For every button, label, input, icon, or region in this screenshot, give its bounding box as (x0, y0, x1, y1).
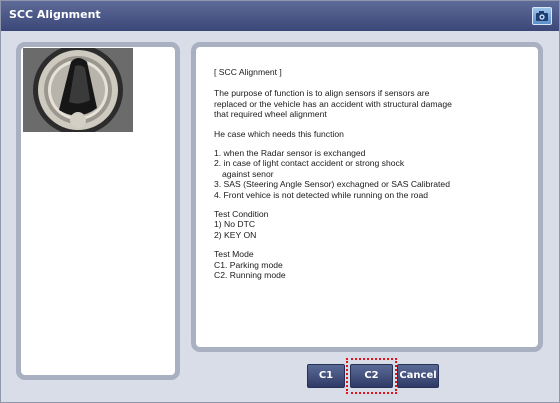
camera-icon[interactable] (532, 7, 552, 25)
window-title: SCC Alignment (9, 8, 101, 21)
purpose-line: replaced or the vehicle has an accident … (214, 98, 452, 109)
description-heading: [ SCC Alignment ] (214, 67, 282, 77)
description-text: [ SCC Alignment ] The purpose of functio… (214, 67, 532, 281)
test-condition-item: 2) KEY ON (214, 229, 257, 240)
ignition-key-photo (23, 48, 133, 132)
cancel-button[interactable]: Cancel (397, 364, 439, 388)
camera-icon-glyph (536, 11, 548, 21)
test-condition-label: Test Condition (214, 209, 269, 220)
case-item: 3. SAS (Steering Angle Sensor) exchagned… (214, 179, 450, 190)
needs-heading: He case which needs this function (214, 128, 344, 139)
scc-alignment-window: SCC Alignment [ SCC Alignment ] The purp… (0, 0, 560, 403)
purpose-line: The purpose of function is to align sens… (214, 88, 430, 99)
purpose-line: that required wheel alignment (214, 109, 327, 120)
test-condition-item: 1) No DTC (214, 219, 256, 230)
test-mode-item: C1. Parking mode (214, 259, 283, 270)
case-item: 2. in case of light contact accident or … (214, 158, 405, 169)
title-bar: SCC Alignment (1, 1, 559, 31)
test-mode-item: C2. Running mode (214, 270, 286, 281)
c2-highlight-box (346, 358, 397, 394)
c1-button[interactable]: C1 (307, 364, 345, 388)
case-item: 1. when the Radar sensor is exchanged (214, 148, 366, 159)
ignition-key-image (23, 48, 133, 132)
case-item: 4. Front vehice is not detected while ru… (214, 189, 429, 200)
case-item-continued: against senor (222, 168, 274, 179)
test-mode-label: Test Mode (214, 249, 254, 260)
